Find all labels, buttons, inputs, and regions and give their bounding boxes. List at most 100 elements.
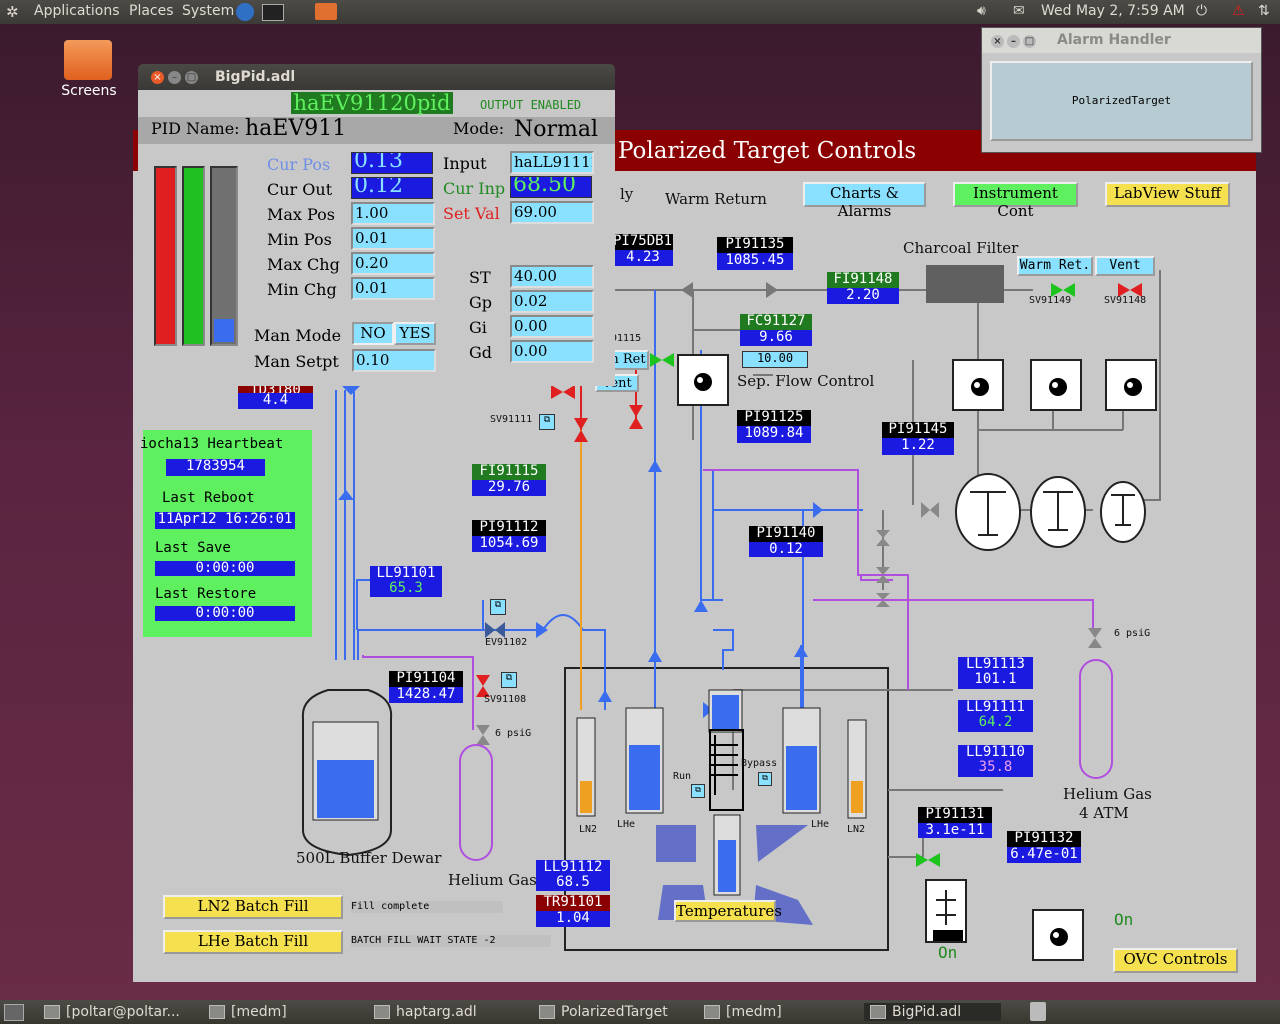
task-medm-2[interactable]: [medm] (704, 1003, 782, 1021)
maximize-icon[interactable]: □ (1023, 35, 1036, 48)
pv-tag: FI91148 (827, 272, 899, 288)
minimize-icon[interactable]: – (1007, 35, 1020, 48)
applications-menu[interactable]: Applications (34, 3, 120, 19)
helium-gas-label: Helium Gas (448, 871, 537, 889)
pv-value: 9.66 (740, 330, 812, 346)
man-setpt-label: Man Setpt (254, 352, 339, 371)
gp-input[interactable]: 0.02 (510, 290, 594, 313)
pv-tag: PI75DB10 (613, 234, 673, 250)
lhe-batch-fill-button[interactable]: LHe Batch Fill (163, 930, 343, 954)
maximize-icon[interactable]: □ (185, 71, 198, 84)
terminal-launcher-icon[interactable] (262, 4, 284, 21)
close-icon[interactable]: × (151, 71, 164, 84)
min-pos-label: Min Pos (267, 230, 332, 249)
gi-input[interactable]: 0.00 (510, 315, 594, 338)
sep-flow-setpoint[interactable]: 10.00 (742, 351, 808, 368)
temperatures-button[interactable]: Temperatures (674, 900, 782, 922)
task-medm-1[interactable]: [medm] (209, 1003, 287, 1021)
cur-pos-label: Cur Pos (267, 155, 331, 174)
bigpid-title-bar: × – □ BigPid.adl (138, 64, 615, 90)
pv-value: 4.23 (613, 250, 673, 266)
sv91108-toggle-icon[interactable]: ⧉ (501, 672, 517, 688)
pv-tag: PI91104 (389, 671, 463, 687)
cur-out-label: Cur Out (267, 180, 333, 199)
st-input[interactable]: 40.00 (510, 265, 594, 288)
task-haptarg[interactable]: haptarg.adl (374, 1003, 477, 1021)
screens-label[interactable]: Screens (58, 83, 120, 99)
system-menu[interactable]: System (182, 3, 234, 19)
task-bigpid[interactable]: BigPid.adl (864, 1003, 1002, 1021)
pv-value: 1428.47 (389, 687, 463, 703)
sep-flow-label: Sep. Flow Control (737, 372, 875, 390)
browser-launcher-icon[interactable] (236, 3, 254, 21)
screens-folder-icon[interactable] (64, 40, 112, 80)
power-icon[interactable]: ⏻ (1196, 3, 1207, 19)
close-icon[interactable]: × (991, 35, 1004, 48)
lhe-right-label: LHe (811, 819, 830, 830)
window-icon (870, 1005, 886, 1019)
vent-button[interactable]: Vent (1095, 256, 1155, 276)
window-icon (704, 1005, 720, 1019)
st-label: ST (469, 268, 491, 287)
man-mode-yes-button[interactable]: YES (394, 322, 436, 345)
cur-inp-label: Cur Inp (443, 179, 506, 198)
pid-name-label: PID Name: (151, 119, 240, 138)
sv91111-toggle-icon[interactable]: ⧉ (539, 414, 555, 430)
clock[interactable]: Wed May 2, 7:59 AM (1041, 3, 1185, 19)
last-save-label: Last Save (155, 540, 231, 556)
output-bar-red (154, 166, 177, 346)
set-val-input[interactable]: 69.00 (510, 201, 594, 224)
pv-value: 6.47e-01 (1007, 847, 1081, 863)
task-polarized-target[interactable]: PolarizedTarget (539, 1003, 668, 1021)
ovc-controls-button[interactable]: OVC Controls (1113, 948, 1238, 973)
pv-tag: LL91101 (370, 566, 442, 581)
gd-label: Gd (469, 343, 493, 362)
output-bar-green (182, 166, 205, 346)
bigpid-title: BigPid.adl (215, 69, 296, 85)
alarm-group-polarized-target[interactable]: PolarizedTarget (990, 61, 1253, 141)
sv91111-label: SV91111 (490, 414, 533, 425)
helium-gas-right-label: Helium Gas (1063, 785, 1152, 803)
volume-icon[interactable]: 🔊︎ (977, 3, 986, 19)
man-mode-no-button[interactable]: NO (352, 322, 394, 345)
run-toggle-icon[interactable]: ⧉ (691, 784, 705, 798)
folder-launcher-icon[interactable] (315, 3, 337, 20)
pv-tag: TR91101 (536, 895, 610, 911)
pv-tag: PI91132 (1007, 831, 1081, 847)
pv-value: 1085.45 (717, 253, 793, 270)
max-chg-input[interactable]: 0.20 (351, 252, 435, 275)
heartbeat-count: 1783954 (166, 459, 265, 476)
set-val-label: Set Val (443, 204, 500, 223)
task-terminal[interactable]: [poltar@poltar... (44, 1003, 180, 1021)
psig-right-label: 6 psiG (1114, 628, 1151, 639)
trash-icon[interactable] (1030, 1002, 1046, 1021)
bypass-toggle-icon[interactable]: ⧉ (758, 772, 772, 786)
sv91108-label: SV91108 (484, 694, 527, 705)
sv91148-label: SV91148 (1104, 295, 1147, 306)
terminal-icon (44, 1005, 60, 1019)
run-label: Run (673, 771, 692, 782)
network-icon[interactable]: ⇅ (1258, 3, 1270, 19)
places-menu[interactable]: Places (129, 3, 174, 19)
ubuntu-logo-icon[interactable]: ✲ (6, 3, 19, 21)
min-pos-input[interactable]: 0.01 (351, 227, 435, 250)
pv-value: 1.22 (882, 438, 954, 455)
show-desktop-icon[interactable] (4, 1004, 24, 1021)
warm-ret-button[interactable]: Warm Ret. (1017, 256, 1093, 276)
ln2-batch-fill-button[interactable]: LN2 Batch Fill (163, 895, 343, 919)
last-reboot-label: Last Reboot (162, 490, 255, 506)
minimize-icon[interactable]: – (168, 71, 181, 84)
min-chg-input[interactable]: 0.01 (351, 277, 435, 300)
man-mode-label: Man Mode (254, 326, 342, 345)
max-pos-input[interactable]: 1.00 (351, 202, 435, 225)
warning-icon[interactable]: ⚠ (1232, 3, 1245, 19)
buffer-dewar-label: 500L Buffer Dewar (296, 849, 442, 867)
mail-icon[interactable]: ✉ (1013, 3, 1025, 19)
man-setpt-input[interactable]: 0.10 (352, 349, 436, 372)
ev91102-toggle-icon[interactable]: ⧉ (490, 599, 506, 615)
input-field[interactable]: haLL91112 (510, 151, 594, 174)
gd-input[interactable]: 0.00 (510, 340, 594, 363)
pid-record-name: haEV91120pid (291, 92, 453, 114)
ln2-right-label: LN2 (847, 824, 866, 835)
label-91115: 91115 (611, 333, 642, 344)
